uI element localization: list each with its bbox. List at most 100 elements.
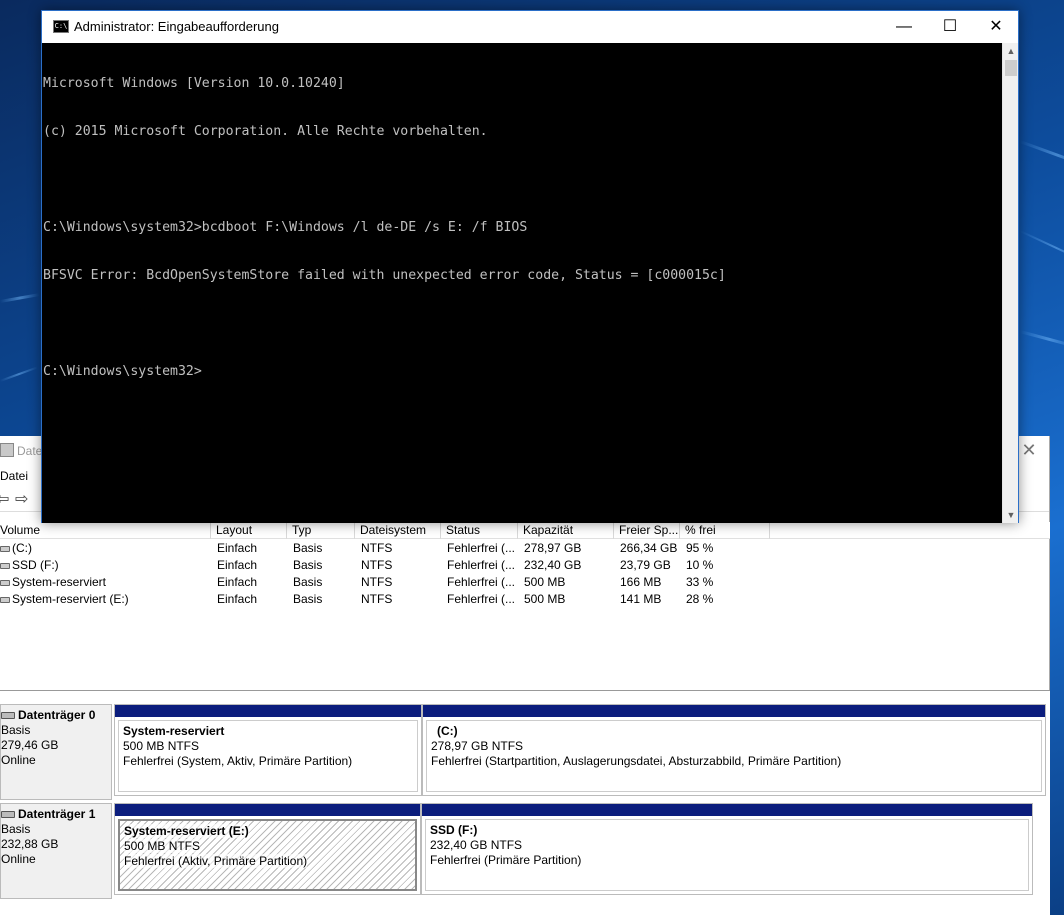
capacity-cell: 500 MB [524,575,566,589]
filesystem-cell: NTFS [361,575,393,589]
type-cell: Basis [293,558,323,572]
capacity-cell: 278,97 GB [524,541,582,555]
partition-size: 278,97 GB NTFS [431,739,524,753]
disk-icon [1,712,15,720]
partition-title: SSD (F:) [430,823,478,837]
partition-info: (C:) 278,97 GB NTFS Fehlerfrei (Startpar… [426,720,1042,792]
column-header-filesystem[interactable]: Dateisystem [355,522,441,539]
partition-size: 500 MB NTFS [123,739,200,753]
table-row[interactable]: System-reserviert (E:) Einfach Basis NTF… [0,591,1050,608]
volume-name: SSD (F:) [12,558,59,572]
maximize-icon[interactable]: ☐ [927,11,973,42]
minimize-icon[interactable]: — [881,11,927,42]
volume-name: (C:) [12,541,32,555]
disk-type: Basis [1,723,31,737]
partition-status: Fehlerfrei (Primäre Partition) [430,853,582,867]
layout-cell: Einfach [217,558,258,572]
disk-management-title: Date [17,444,43,458]
capacity-cell: 500 MB [524,592,566,606]
disk-state: Online [1,753,36,767]
drive-icon [0,562,10,569]
table-row[interactable]: (C:) Einfach Basis NTFS Fehlerfrei (... … [0,540,1050,557]
vertical-scrollbar[interactable]: ▲ ▼ [1002,43,1018,523]
column-header-layout[interactable]: Layout [211,522,287,539]
cmd-titlebar[interactable]: C:\ Administrator: Eingabeaufforderung —… [42,11,1018,43]
table-row[interactable]: SSD (F:) Einfach Basis NTFS Fehlerfrei (… [0,557,1050,574]
console-line: (c) 2015 Microsoft Corporation. Alle Rec… [43,124,488,139]
volume-name-cell: SSD (F:) [0,557,59,573]
partition-block-selected[interactable]: System-reserviert (E:) 500 MB NTFS Fehle… [114,803,421,895]
partition-status: Fehlerfrei (Startpartition, Auslagerungs… [431,754,842,768]
disk-state: Online [1,852,36,866]
disk-label[interactable]: Datenträger 0 Basis 279,46 GB Online [0,704,112,800]
console-line: C:\Windows\system32>bcdboot F:\Windows /… [43,220,528,235]
desktop-light-streak [0,293,40,303]
percent-free-cell: 10 % [686,558,714,572]
type-cell: Basis [293,541,323,555]
partition-block[interactable]: System-reserviert 500 MB NTFS Fehlerfrei… [114,704,422,796]
partition-info: SSD (F:) 232,40 GB NTFS Fehlerfrei (Prim… [425,819,1029,891]
partition-status: Fehlerfrei (System, Aktiv, Primäre Parti… [123,754,353,768]
filesystem-cell: NTFS [361,541,393,555]
column-header-volume[interactable]: Volume [0,522,211,539]
free-space-cell: 141 MB [620,592,662,606]
volume-name-cell: System-reserviert [0,574,106,590]
partition-header-bar [115,705,421,717]
partition-title: (C:) [437,724,458,738]
disk-name: Datenträger 1 [18,807,96,821]
cmd-app-icon: C:\ [53,20,69,33]
partition-info: System-reserviert (E:) 500 MB NTFS Fehle… [118,819,417,891]
free-space-cell: 266,34 GB [620,541,678,555]
disk-icon [1,811,15,819]
desktop-light-streak [0,366,38,382]
layout-cell: Einfach [217,575,258,589]
drive-icon [0,596,10,603]
volume-name: System-reserviert (E:) [12,592,129,606]
partition-header-bar [423,705,1045,717]
filesystem-cell: NTFS [361,558,393,572]
drive-icon [0,579,10,586]
window-title: Administrator: Eingabeaufforderung [74,19,279,34]
disk-size: 232,88 GB [1,837,59,851]
volume-name-cell: System-reserviert (E:) [0,591,129,607]
console-line: Microsoft Windows [Version 10.0.10240] [43,76,345,91]
scrollbar-thumb[interactable] [1005,60,1017,76]
close-icon[interactable]: ✕ [973,11,1019,42]
status-cell: Fehlerfrei (... [447,558,516,572]
column-header-free-space[interactable]: Freier Sp... [614,522,680,539]
type-cell: Basis [293,575,323,589]
column-header-capacity[interactable]: Kapazität [518,522,614,539]
forward-arrow-icon[interactable]: ⇨ [15,491,28,509]
back-arrow-icon[interactable]: ⇦ [0,491,9,509]
column-header-status[interactable]: Status [441,522,518,539]
layout-cell: Einfach [217,541,258,555]
partition-block[interactable]: SSD (F:) 232,40 GB NTFS Fehlerfrei (Prim… [421,803,1033,895]
scroll-down-icon[interactable]: ▼ [1003,507,1019,523]
column-header-type[interactable]: Typ [287,522,355,539]
disk-size: 279,46 GB [1,738,59,752]
volume-name-cell: (C:) [0,540,32,556]
partition-info: System-reserviert 500 MB NTFS Fehlerfrei… [118,720,418,792]
disk-graph-view: Datenträger 0 Basis 279,46 GB Online Sys… [0,690,1050,915]
console-prompt-line[interactable]: C:\Windows\system32> [43,364,1002,380]
column-header-percent-free[interactable]: % frei [680,522,770,539]
desktop-light-streak [1019,330,1064,349]
close-icon[interactable]: ✕ [1019,440,1039,460]
percent-free-cell: 28 % [686,592,714,606]
status-cell: Fehlerfrei (... [447,575,516,589]
disk-type: Basis [1,822,31,836]
disk-row: Datenträger 1 Basis 232,88 GB Online Sys… [0,803,1050,899]
volume-name: System-reserviert [12,575,107,589]
scroll-up-icon[interactable]: ▲ [1003,43,1019,59]
console-output[interactable]: Microsoft Windows [Version 10.0.10240] (… [42,43,1003,523]
table-row[interactable]: System-reserviert Einfach Basis NTFS Feh… [0,574,1050,591]
filesystem-cell: NTFS [361,592,393,606]
partition-title: System-reserviert [123,724,225,738]
menu-file[interactable]: Datei [0,469,28,483]
free-space-cell: 166 MB [620,575,662,589]
disk-label[interactable]: Datenträger 1 Basis 232,88 GB Online [0,803,112,899]
volume-list-header: Volume Layout Typ Dateisystem Status Kap… [0,522,1050,539]
partition-block[interactable]: (C:) 278,97 GB NTFS Fehlerfrei (Startpar… [422,704,1046,796]
